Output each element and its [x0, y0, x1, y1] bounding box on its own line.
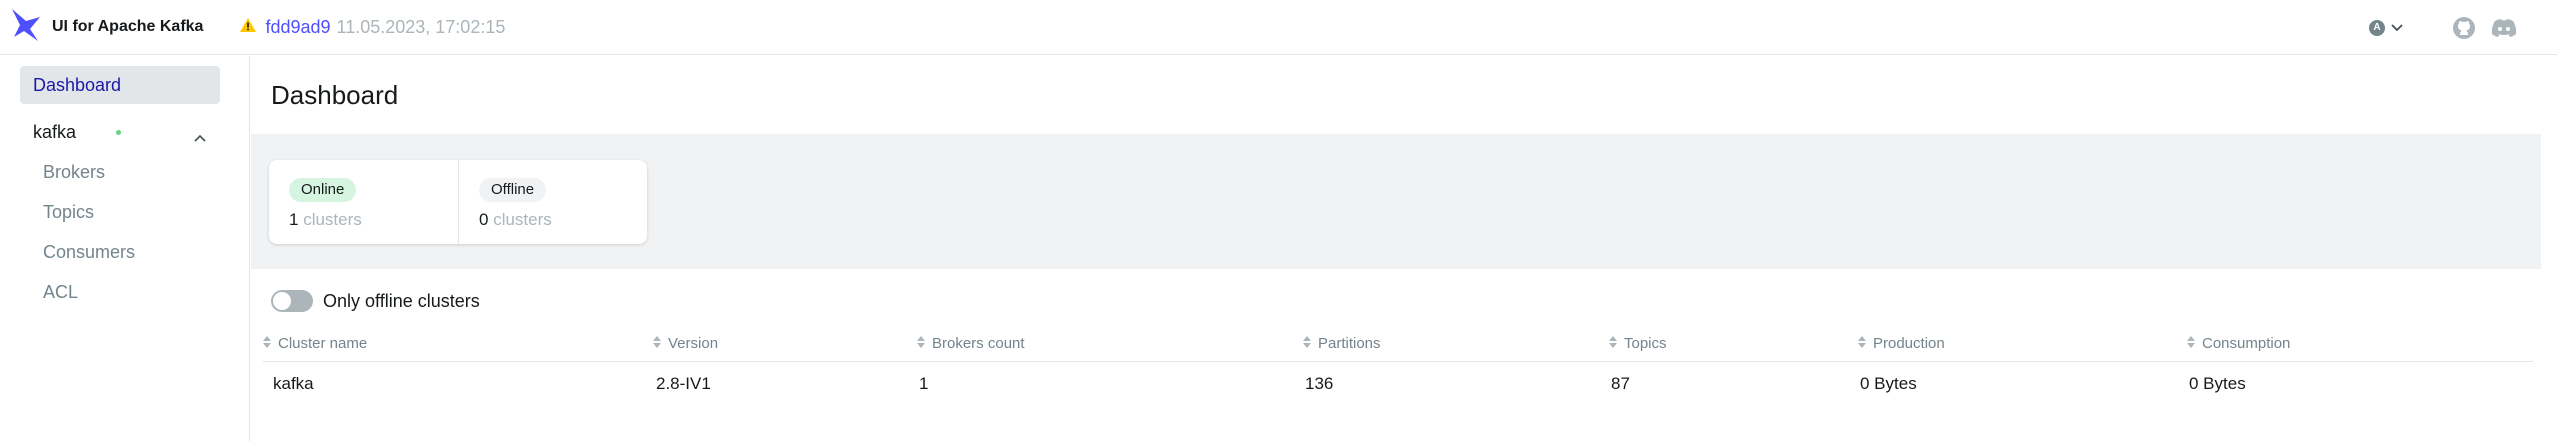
sidebar-item-brokers[interactable]: Brokers	[43, 162, 105, 183]
app-title: UI for Apache Kafka	[52, 18, 204, 35]
table-header-row: Cluster name Version Brokers count Parti…	[263, 326, 2533, 362]
version-info: fdd9ad9 11.05.2023, 17:02:15	[239, 17, 505, 38]
top-navbar: UI for Apache Kafka fdd9ad9 11.05.2023, …	[0, 0, 2557, 55]
metrics-card: Online 1 clusters Offline 0 clusters	[269, 160, 647, 244]
column-header-production[interactable]: Production	[1858, 335, 1945, 352]
version-commit-link[interactable]: fdd9ad9	[265, 17, 330, 38]
kafka-logo-icon	[10, 7, 42, 48]
metric-offline-value: 0 clusters	[479, 210, 647, 230]
chevron-up-icon[interactable]	[194, 126, 206, 147]
online-count: 1	[289, 210, 299, 229]
sort-icon	[263, 335, 271, 352]
warning-icon	[239, 17, 257, 38]
sidebar: Dashboard kafka Brokers Topics Consumers…	[0, 56, 250, 441]
cell-topics: 87	[1611, 374, 1630, 393]
chevron-down-icon	[2391, 19, 2403, 37]
column-header-label: Partitions	[1318, 335, 1381, 352]
main-content: Dashboard Online 1 clusters Offline 0 cl…	[251, 56, 2541, 441]
offline-clusters-label: Only offline clusters	[323, 290, 480, 311]
toggle-knob	[273, 292, 291, 310]
cell-partitions: 136	[1305, 374, 1334, 393]
online-unit: clusters	[303, 210, 362, 229]
sidebar-item-label: Dashboard	[33, 74, 122, 95]
cell-cluster-name[interactable]: kafka	[273, 374, 314, 394]
sidebar-item-acl[interactable]: ACL	[43, 282, 78, 303]
offline-clusters-toggle[interactable]	[271, 290, 313, 312]
sort-icon	[1858, 335, 1866, 352]
sort-icon	[1303, 335, 1311, 352]
clusters-table: Cluster name Version Brokers count Parti…	[263, 326, 2533, 404]
sort-icon	[1609, 335, 1617, 352]
column-header-partitions[interactable]: Partitions	[1303, 335, 1381, 352]
cluster-status-dot	[116, 129, 122, 135]
sidebar-item-dashboard[interactable]: Dashboard	[20, 66, 220, 104]
version-date: 11.05.2023, 17:02:15	[336, 16, 506, 37]
logo-link[interactable]: UI for Apache Kafka	[10, 0, 203, 55]
offline-count: 0	[479, 210, 489, 229]
column-header-version[interactable]: Version	[653, 335, 718, 352]
column-header-brokers-count[interactable]: Brokers count	[917, 335, 1025, 352]
cell-version: 2.8-IV1	[656, 374, 711, 393]
sort-icon	[917, 335, 925, 352]
metric-offline: Offline 0 clusters	[458, 160, 647, 244]
metric-online: Online 1 clusters	[269, 160, 458, 244]
sort-icon	[653, 335, 661, 352]
column-header-label: Version	[668, 335, 719, 352]
metric-online-value: 1 clusters	[289, 210, 458, 230]
user-menu[interactable]: A	[2369, 19, 2403, 37]
sidebar-cluster-kafka[interactable]: kafka	[20, 114, 220, 150]
github-icon[interactable]	[2451, 15, 2477, 41]
column-header-label: Topics	[1624, 335, 1667, 352]
offline-unit: clusters	[493, 210, 552, 229]
discord-icon[interactable]	[2491, 15, 2517, 41]
column-header-label: Cluster name	[278, 335, 368, 352]
column-header-consumption[interactable]: Consumption	[2187, 335, 2290, 352]
column-header-label: Brokers count	[932, 335, 1025, 352]
cluster-name-label: kafka	[33, 121, 77, 142]
user-avatar: A	[2369, 19, 2385, 36]
top-right-controls: A	[2369, 0, 2517, 55]
offline-filter: Only offline clusters	[271, 290, 480, 312]
cell-brokers-count: 1	[919, 374, 929, 393]
sidebar-item-topics[interactable]: Topics	[43, 202, 94, 223]
column-header-label: Consumption	[2202, 335, 2291, 352]
column-header-topics[interactable]: Topics	[1609, 335, 1667, 352]
column-header-cluster-name[interactable]: Cluster name	[263, 335, 367, 352]
sidebar-item-consumers[interactable]: Consumers	[43, 242, 135, 263]
page-title: Dashboard	[271, 79, 399, 110]
metrics-section: Online 1 clusters Offline 0 clusters	[251, 134, 2541, 269]
column-header-label: Production	[1873, 335, 1945, 352]
cell-production: 0 Bytes	[1860, 374, 1917, 393]
cell-consumption: 0 Bytes	[2189, 374, 2246, 393]
sort-icon	[2187, 335, 2195, 352]
table-row[interactable]: kafka 2.8-IV1 1 136 87 0 Bytes 0 Bytes	[263, 362, 2533, 404]
page-header: Dashboard	[251, 56, 2541, 134]
online-badge: Online	[289, 178, 357, 202]
offline-badge: Offline	[479, 178, 547, 202]
